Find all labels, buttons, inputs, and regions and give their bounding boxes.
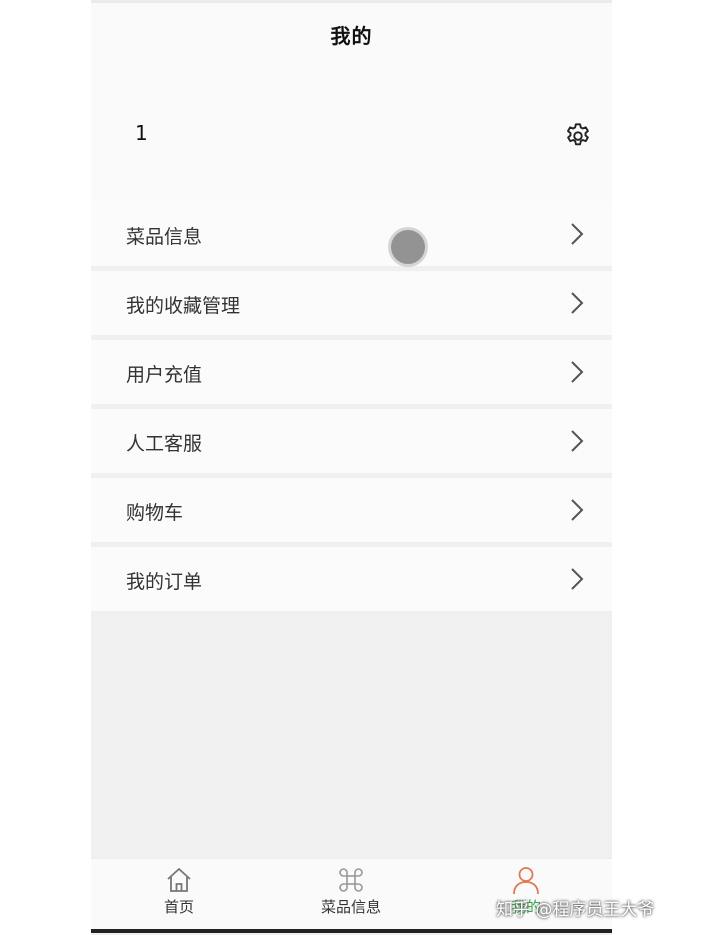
menu-item-label: 人工客服: [126, 433, 203, 455]
nav-bar: 我的: [91, 3, 612, 65]
chevron-right-icon: [568, 360, 586, 384]
chevron-right-icon: [568, 429, 586, 453]
menu-item-label: 菜品信息: [126, 226, 203, 248]
menu-item-favorites[interactable]: 我的收藏管理: [91, 271, 612, 340]
menu-item-label: 购物车: [126, 502, 184, 524]
username: 1: [135, 121, 148, 145]
chevron-right-icon: [568, 291, 586, 315]
chevron-right-icon: [568, 222, 586, 246]
touch-indicator: [391, 230, 425, 264]
chevron-right-icon: [568, 567, 586, 591]
profile-section: 1: [91, 65, 612, 202]
watermark: 知乎 @程序员王大爷: [496, 900, 655, 920]
tab-home[interactable]: 首页: [119, 865, 239, 927]
tab-dish-info[interactable]: 菜品信息: [291, 865, 411, 927]
menu-item-label: 用户充值: [126, 364, 203, 386]
tab-label: 首页: [163, 898, 194, 916]
chevron-right-icon: [568, 498, 586, 522]
menu-item-cart[interactable]: 购物车: [91, 478, 612, 547]
command-icon: [339, 868, 363, 892]
menu-item-dish-info[interactable]: 菜品信息: [91, 202, 612, 271]
menu-item-label: 我的收藏管理: [126, 295, 241, 317]
phone-screen: 我的 1 菜品信息 我的收藏管理 用户充值 人工客服 购物车 我的订单 首页 菜…: [91, 0, 612, 935]
tab-label: 菜品信息: [320, 898, 381, 916]
home-icon: [167, 868, 191, 892]
menu-list: 菜品信息 我的收藏管理 用户充值 人工客服 购物车 我的订单: [91, 202, 612, 616]
menu-item-recharge[interactable]: 用户充值: [91, 340, 612, 409]
menu-item-customer-service[interactable]: 人工客服: [91, 409, 612, 478]
menu-item-orders[interactable]: 我的订单: [91, 547, 612, 616]
bottom-edge: [91, 929, 612, 933]
user-icon: [513, 867, 539, 895]
gear-icon[interactable]: [563, 121, 593, 151]
menu-item-label: 我的订单: [126, 571, 203, 593]
page-title: 我的: [330, 23, 373, 48]
